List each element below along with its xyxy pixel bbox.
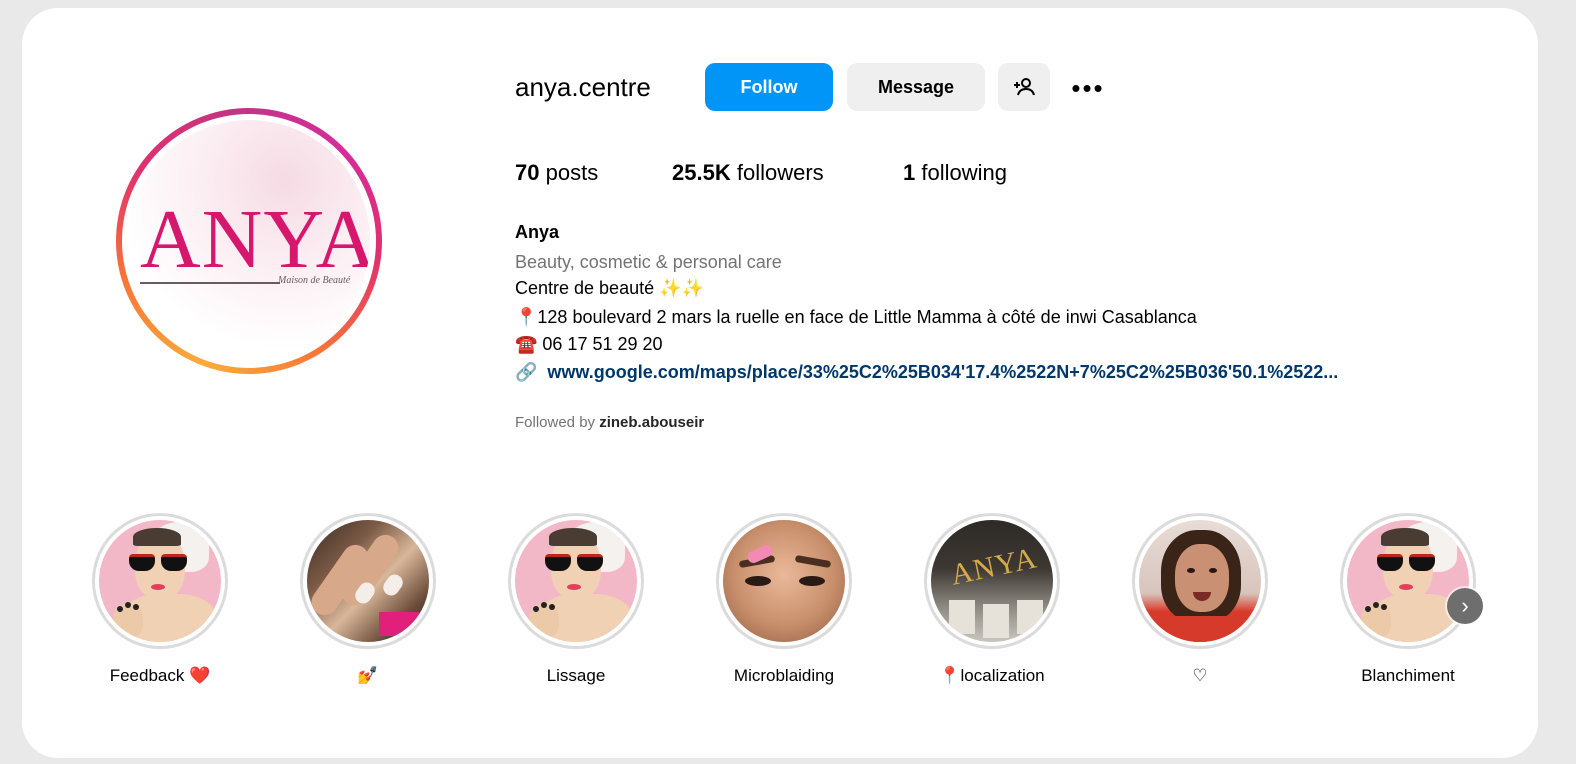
person-plus-icon (1014, 78, 1035, 96)
highlight-cover-image (307, 520, 429, 642)
profile-avatar[interactable]: ANYA Maison de Beauté (116, 108, 382, 374)
suggested-accounts-button[interactable] (998, 63, 1050, 111)
avatar-logo-text: ANYA (140, 193, 370, 286)
avatar-logo-subtitle: Maison de Beauté (278, 275, 351, 286)
highlight-cover-image (99, 520, 221, 642)
highlight-feedback[interactable] (92, 513, 228, 649)
highlight-microblaiding[interactable] (716, 513, 852, 649)
more-options-icon[interactable]: ••• (1068, 73, 1108, 103)
followers-label: followers (736, 160, 824, 185)
bio-link-text[interactable]: www.google.com/maps/place/33%25C2%25B034… (547, 362, 1338, 382)
bio-name: Anya (515, 222, 560, 242)
bio-category: Beauty, cosmetic & personal care (515, 252, 782, 272)
followed-by-prefix: Followed by (515, 414, 596, 431)
followers-stat[interactable]: 25.5K followers (672, 160, 824, 186)
highlight-label: Lissage (546, 666, 606, 685)
highlight-nails[interactable] (300, 513, 436, 649)
following-label: following (921, 160, 1007, 185)
highlight-cover-image: ANYA (931, 520, 1053, 642)
profile-username: anya.centre (515, 72, 651, 102)
highlight-label: Blanchiment (1361, 666, 1455, 685)
followed-by[interactable]: Followed by zineb.abouseir (515, 414, 704, 431)
highlight-label: 💅 (357, 666, 379, 685)
highlight-blanchiment[interactable] (1340, 513, 1476, 649)
bio-line-1: Centre de beauté ✨✨ (515, 278, 704, 298)
posts-count: 70 (515, 160, 540, 185)
highlight-label: Feedback ❤️ (109, 666, 211, 685)
link-icon: 🔗 (515, 362, 538, 382)
message-button[interactable]: Message (847, 63, 985, 111)
followed-by-user[interactable]: zineb.abouseir (599, 414, 704, 431)
following-count: 1 (903, 160, 916, 185)
highlight-cover-image (1347, 520, 1469, 642)
followers-count: 25.5K (672, 160, 731, 185)
posts-stat: 70 posts (515, 160, 598, 186)
highlight-localization[interactable]: ANYA (924, 513, 1060, 649)
storefront-sign: ANYA (947, 541, 1041, 592)
highlight-label: 📍localization (939, 666, 1045, 685)
highlight-cover-image (1139, 520, 1261, 642)
highlight-heart[interactable] (1132, 513, 1268, 649)
highlight-cover-image (723, 520, 845, 642)
chevron-right-icon[interactable]: › (1447, 588, 1483, 624)
bio-line-phone: ☎️ 06 17 51 29 20 (515, 334, 663, 354)
posts-label: posts (545, 160, 599, 185)
avatar-image: ANYA Maison de Beauté (128, 120, 370, 362)
highlight-cover-image (515, 520, 637, 642)
avatar-logo-line (140, 282, 280, 284)
bio-line-address: 📍128 boulevard 2 mars la ruelle en face … (515, 307, 1197, 327)
highlight-label: Microblaiding (733, 666, 835, 685)
follow-button[interactable]: Follow (705, 63, 833, 111)
bio-link[interactable]: 🔗 www.google.com/maps/place/33%25C2%25B03… (515, 362, 1338, 383)
highlight-label: ♡ (1192, 666, 1208, 685)
following-stat[interactable]: 1 following (903, 160, 1007, 186)
highlight-lissage[interactable] (508, 513, 644, 649)
